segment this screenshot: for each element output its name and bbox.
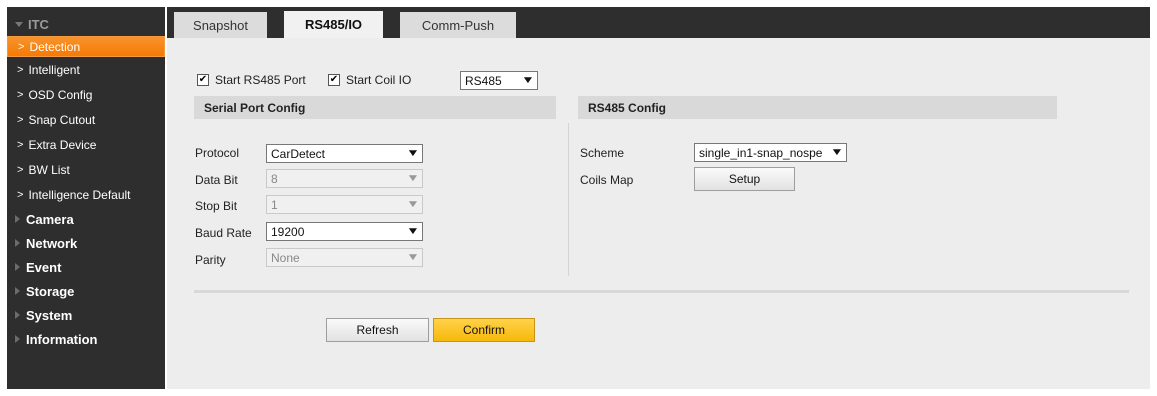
parity-select: None ▼ [266,248,423,267]
chevron-right-icon: > [17,113,24,126]
parity-label: Parity [195,253,226,267]
collapse-triangle-icon [15,21,23,27]
expand-triangle-icon [15,287,20,295]
expand-triangle-icon [15,263,20,271]
confirm-button[interactable]: Confirm [433,318,535,342]
start-coil-checkbox[interactable]: ✔ Start Coil IO [328,73,411,87]
baud-rate-select[interactable]: 19200 ▼ [266,222,423,241]
sidebar-item-label: Intelligent [28,62,80,77]
chevron-right-icon: > [17,63,24,76]
tab-snapshot[interactable]: Snapshot [174,12,267,38]
sidebar-item-bw-list[interactable]: > BW List [7,157,165,182]
sidebar-group-label: ITC [28,16,49,32]
chevron-right-icon: > [17,188,24,201]
stop-bit-value: 1 [271,197,278,212]
setup-button[interactable]: Setup [694,167,795,191]
scheme-select[interactable]: single_in1-snap_nospe ▼ [694,143,847,162]
sidebar-item-intelligent[interactable]: > Intelligent [7,57,165,82]
sidebar: ITC > Detection > Intelligent > OSD Conf… [7,7,165,389]
refresh-button[interactable]: Refresh [326,318,429,342]
scheme-label: Scheme [580,146,625,160]
sidebar-group-system[interactable]: System [7,303,165,327]
sidebar-item-extra-device[interactable]: > Extra Device [7,132,165,157]
sidebar-item-detection[interactable]: > Detection [7,36,165,57]
sidebar-item-label: OSD Config [28,87,93,102]
expand-triangle-icon [15,335,20,343]
sidebar-item-snap-cutout[interactable]: > Snap Cutout [7,107,165,132]
sidebar-group-label: Information [26,331,98,347]
tab-rs485-io[interactable]: RS485/IO [284,11,383,38]
sidebar-group-label: System [26,307,73,323]
sidebar-group-itc[interactable]: ITC [7,12,165,36]
sidebar-item-intelligence-default[interactable]: > Intelligence Default [7,182,165,207]
baud-rate-label: Baud Rate [195,226,252,240]
start-rs485-label: Start RS485 Port [215,73,306,87]
expand-triangle-icon [15,239,20,247]
expand-triangle-icon [15,215,20,223]
chevron-down-icon: ▼ [406,148,420,159]
protocol-label: Protocol [195,146,240,160]
chevron-right-icon: > [17,88,24,101]
checkbox-checked-icon[interactable]: ✔ [328,74,340,86]
start-coil-label: Start Coil IO [346,73,412,87]
data-bit-label: Data Bit [195,173,238,187]
chevron-right-icon: > [17,138,24,151]
sidebar-group-label: Camera [26,211,74,227]
chevron-down-icon: ▼ [406,199,420,210]
sidebar-group-event[interactable]: Event [7,255,165,279]
sidebar-item-label: Detection [29,39,81,54]
sidebar-item-label: Intelligence Default [28,187,131,202]
expand-triangle-icon [15,311,20,319]
sidebar-item-label: BW List [28,162,70,177]
sidebar-group-label: Network [26,235,78,251]
tab-bar: Snapshot RS485/IO Comm-Push [167,7,1150,38]
sidebar-item-label: Snap Cutout [28,112,96,127]
rs485-config-header: RS485 Config [578,96,1057,119]
serial-port-config-header: Serial Port Config [194,96,556,119]
sidebar-group-storage[interactable]: Storage [7,279,165,303]
checkbox-checked-icon[interactable]: ✔ [197,74,209,86]
sidebar-group-label: Storage [26,283,75,299]
data-bit-value: 8 [271,171,278,186]
protocol-select[interactable]: CarDetect ▼ [266,144,423,163]
sidebar-group-information[interactable]: Information [7,327,165,351]
tab-comm-push[interactable]: Comm-Push [400,12,516,38]
start-rs485-checkbox[interactable]: ✔ Start RS485 Port [197,73,306,87]
chevron-down-icon: ▼ [406,226,420,237]
main-panel: Snapshot RS485/IO Comm-Push ✔ Start RS48… [167,7,1150,389]
column-divider [568,123,569,276]
scheme-value: single_in1-snap_nospe [699,145,823,160]
baud-rate-value: 19200 [271,224,305,239]
chevron-right-icon: > [18,40,25,53]
parity-value: None [271,250,300,265]
sidebar-group-network[interactable]: Network [7,231,165,255]
chevron-down-icon: ▼ [830,147,844,158]
sidebar-item-label: Extra Device [28,137,97,152]
horizontal-divider [194,290,1129,293]
stop-bit-select: 1 ▼ [266,195,423,214]
chevron-down-icon: ▼ [406,252,420,263]
stop-bit-label: Stop Bit [195,199,238,213]
coils-map-label: Coils Map [580,173,634,187]
chevron-down-icon: ▼ [521,75,535,86]
chevron-right-icon: > [17,163,24,176]
sidebar-group-camera[interactable]: Camera [7,207,165,231]
port-select[interactable]: RS485 ▼ [460,71,538,90]
chevron-down-icon: ▼ [406,173,420,184]
port-select-value: RS485 [465,73,502,88]
sidebar-item-osd-config[interactable]: > OSD Config [7,82,165,107]
protocol-value: CarDetect [271,146,326,161]
data-bit-select: 8 ▼ [266,169,423,188]
sidebar-group-label: Event [26,259,62,275]
